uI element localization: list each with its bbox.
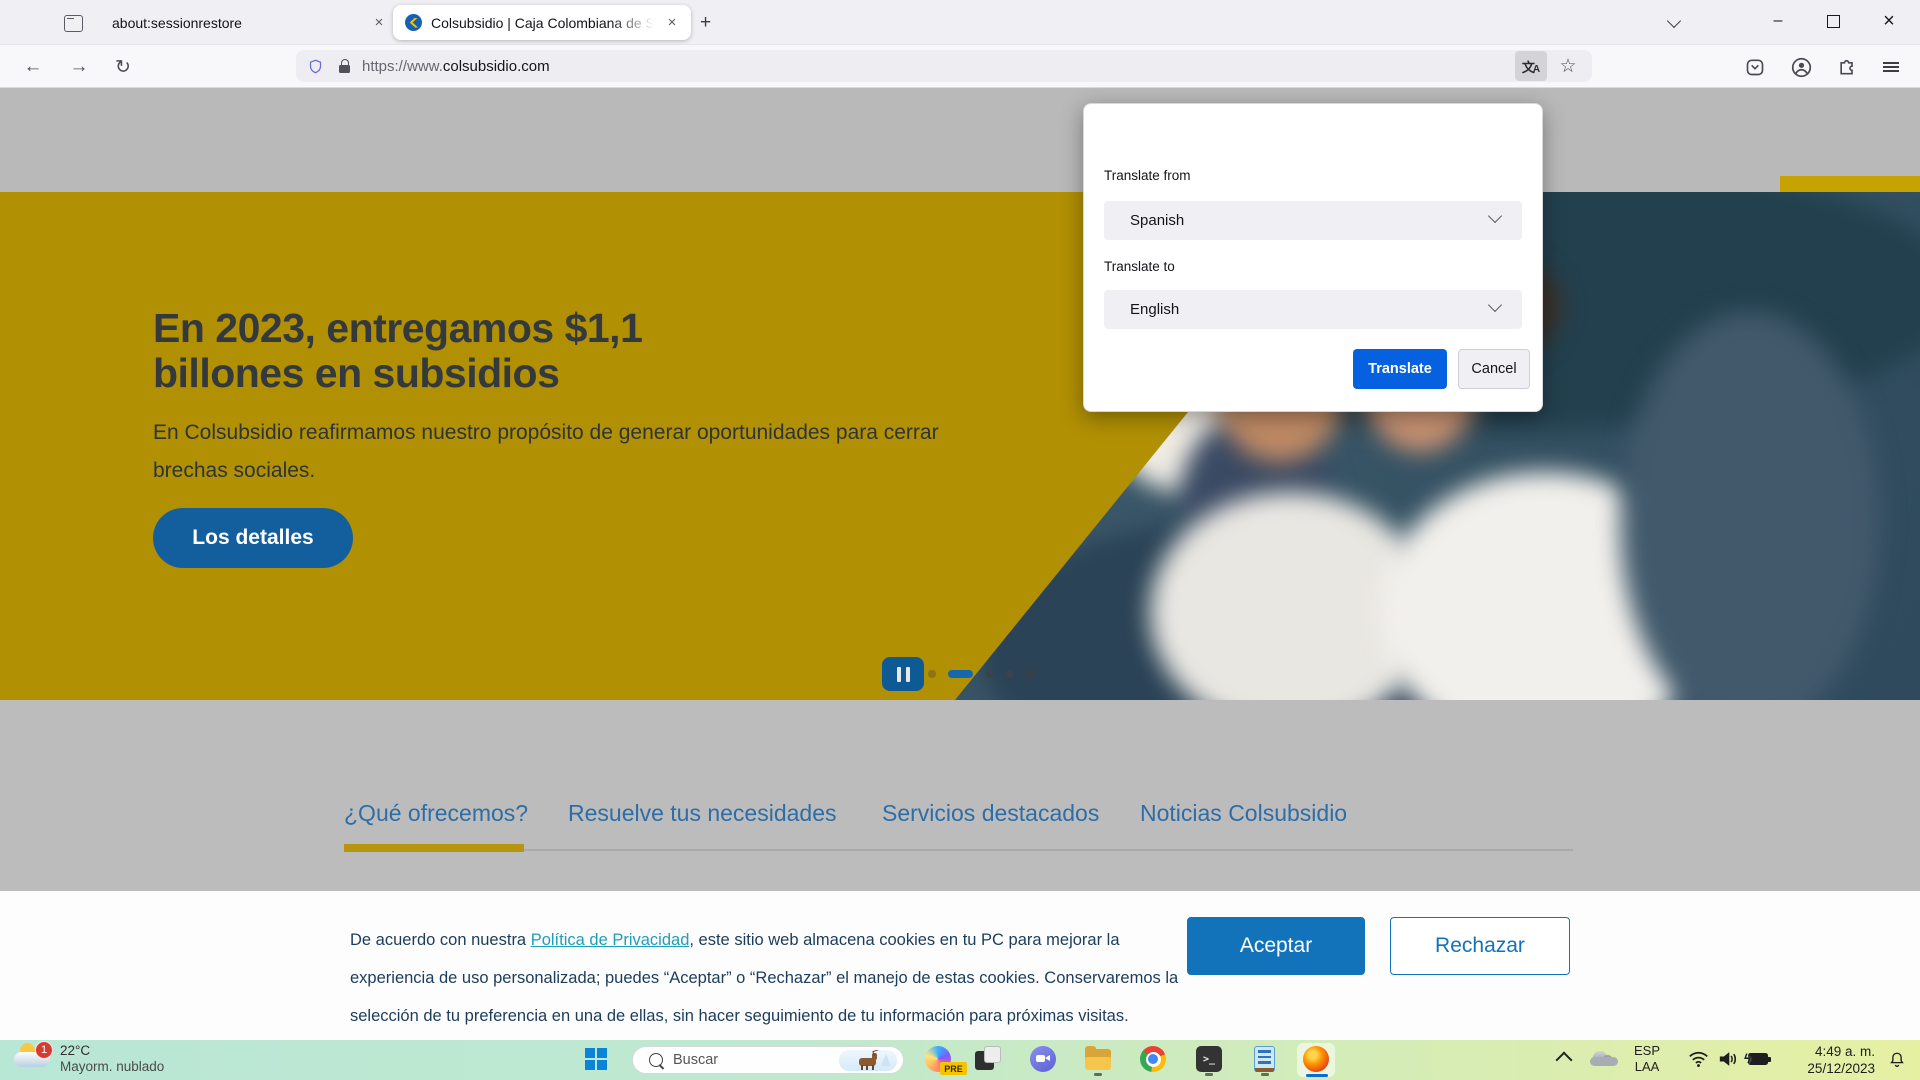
tracking-protection-shield-icon[interactable] bbox=[308, 58, 323, 75]
hero-cta-button[interactable]: Los detalles bbox=[153, 508, 353, 568]
account-icon[interactable] bbox=[1786, 52, 1816, 82]
hero-carousel: En 2023, entregamos $1,1 billones en sub… bbox=[0, 192, 1920, 700]
taskbar-search-box[interactable]: Buscar bbox=[632, 1046, 904, 1074]
notification-badge: 1 bbox=[35, 1041, 53, 1059]
start-button[interactable] bbox=[585, 1048, 607, 1070]
onedrive-cloud-icon[interactable] bbox=[1590, 1051, 1620, 1067]
browser-tab-bar: about:sessionrestore × Colsubsidio | Caj… bbox=[0, 0, 1920, 44]
translate-to-label: Translate to bbox=[1104, 259, 1175, 274]
carousel-dot[interactable] bbox=[1006, 670, 1014, 678]
clock-datetime[interactable]: 4:49 a. m.25/12/2023 bbox=[1775, 1043, 1875, 1077]
chrome-icon[interactable] bbox=[1140, 1046, 1166, 1072]
forward-button[interactable]: → bbox=[64, 52, 94, 82]
translate-from-label: Translate from bbox=[1104, 168, 1191, 183]
tab-close-icon[interactable]: × bbox=[661, 12, 683, 34]
menu-hamburger-icon[interactable] bbox=[1876, 52, 1906, 82]
translate-popup: Translate this page? BETA ⚙ Translate fr… bbox=[1083, 103, 1543, 412]
task-view-icon[interactable] bbox=[975, 1046, 1001, 1072]
tab-title: Colsubsidio | Caja Colombiana de Subsidi… bbox=[431, 15, 661, 31]
volume-icon[interactable] bbox=[1718, 1050, 1739, 1068]
weather-condition: Mayorm. nublado bbox=[60, 1059, 164, 1074]
running-app-indicator bbox=[1261, 1073, 1269, 1076]
firefox-view-icon bbox=[64, 15, 83, 32]
cookie-reject-button[interactable]: Rechazar bbox=[1390, 917, 1570, 975]
running-app-indicator bbox=[1205, 1073, 1213, 1076]
cookie-text: De acuerdo con nuestra Política de Priva… bbox=[350, 921, 1180, 1035]
reindeer-seasonal-icon bbox=[839, 1050, 897, 1071]
tab-noticias-colsubsidio[interactable]: Noticias Colsubsidio bbox=[1140, 800, 1347, 827]
running-app-indicator bbox=[1094, 1073, 1102, 1076]
chevron-down-icon bbox=[1488, 209, 1502, 223]
tab-colsubsidio-active[interactable]: Colsubsidio | Caja Colombiana de Subsidi… bbox=[393, 5, 691, 40]
pocket-icon[interactable] bbox=[1740, 52, 1770, 82]
copilot-pre-badge: PRE bbox=[940, 1062, 967, 1075]
firefox-icon[interactable] bbox=[1303, 1046, 1329, 1072]
new-tab-button[interactable]: + bbox=[692, 9, 719, 36]
window-maximize-button[interactable] bbox=[1810, 0, 1856, 42]
search-icon bbox=[649, 1053, 663, 1067]
search-placeholder: Buscar bbox=[673, 1052, 718, 1068]
carousel-pause-button[interactable] bbox=[882, 657, 924, 691]
cookie-banner: De acuerdo con nuestra Política de Priva… bbox=[0, 891, 1920, 1040]
url-text: https://www.colsubsidio.com bbox=[362, 58, 550, 75]
hero-title: En 2023, entregamos $1,1 billones en sub… bbox=[153, 306, 642, 396]
from-value: Spanish bbox=[1130, 212, 1184, 229]
firefox-view-button[interactable] bbox=[56, 10, 90, 36]
window-close-button[interactable]: × bbox=[1866, 0, 1912, 42]
language-indicator[interactable]: ESPLAA bbox=[1634, 1043, 1660, 1075]
file-explorer-icon[interactable] bbox=[1085, 1046, 1111, 1072]
carousel-dot-active[interactable] bbox=[948, 670, 973, 678]
hero-subtitle: En Colsubsidio reafirmamos nuestro propó… bbox=[153, 414, 939, 490]
tab-servicios-destacados[interactable]: Servicios destacados bbox=[882, 800, 1099, 827]
terminal-icon[interactable]: >_ bbox=[1196, 1046, 1222, 1072]
translate-button[interactable]: Translate bbox=[1353, 349, 1447, 389]
site-header: Colsubsidio Personas Empresas Portal tra… bbox=[0, 88, 1920, 192]
colsubsidio-favicon bbox=[405, 14, 422, 31]
windows-taskbar: 1 22°C Mayorm. nublado Buscar PRE >_ bbox=[0, 1040, 1920, 1080]
lock-icon[interactable] bbox=[339, 59, 350, 73]
maximize-icon bbox=[1827, 15, 1840, 28]
extensions-puzzle-icon[interactable] bbox=[1832, 52, 1862, 82]
to-value: English bbox=[1130, 301, 1179, 318]
chevron-down-icon bbox=[1666, 13, 1680, 27]
carousel-dot[interactable] bbox=[986, 670, 994, 678]
translate-from-select[interactable]: Spanish bbox=[1104, 201, 1522, 240]
tab-title: about:sessionrestore bbox=[112, 15, 368, 31]
battery-icon[interactable]: ϟ bbox=[1748, 1053, 1772, 1066]
cookie-accept-button[interactable]: Aceptar bbox=[1187, 917, 1365, 975]
wifi-icon[interactable] bbox=[1688, 1050, 1709, 1068]
privacy-policy-link[interactable]: Política de Privacidad bbox=[531, 931, 690, 949]
tray-expand-chevron-icon[interactable] bbox=[1556, 1052, 1573, 1069]
weather-temperature: 22°C bbox=[60, 1043, 90, 1058]
tab-active-underline bbox=[344, 844, 524, 852]
back-button[interactable]: ← bbox=[18, 52, 48, 82]
carousel-dot[interactable] bbox=[928, 670, 936, 678]
tab-divider-line bbox=[344, 849, 1573, 851]
bookmark-star-icon[interactable]: ☆ bbox=[1553, 51, 1583, 81]
chevron-down-icon bbox=[1488, 298, 1502, 312]
tab-que-ofrecemos[interactable]: ¿Qué ofrecemos? bbox=[344, 800, 528, 827]
list-all-tabs-button[interactable] bbox=[1660, 9, 1687, 36]
window-minimize-button[interactable]: – bbox=[1755, 0, 1801, 42]
translate-to-select[interactable]: English bbox=[1104, 290, 1522, 329]
cancel-button[interactable]: Cancel bbox=[1458, 349, 1530, 389]
firefox-active-indicator bbox=[1306, 1074, 1328, 1077]
section-tabs-area: ¿Qué ofrecemos? Resuelve tus necesidades… bbox=[0, 700, 1920, 891]
tab-session-restore[interactable]: about:sessionrestore × bbox=[96, 6, 400, 39]
notepad-icon[interactable] bbox=[1252, 1046, 1278, 1072]
taskbar-weather-widget[interactable]: 1 22°C Mayorm. nublado bbox=[8, 1040, 238, 1080]
chat-icon[interactable] bbox=[1030, 1046, 1056, 1072]
translate-page-button[interactable]: 文A bbox=[1515, 51, 1547, 81]
carousel-dot[interactable] bbox=[1026, 670, 1034, 678]
url-bar[interactable]: https://www.colsubsidio.com bbox=[296, 50, 1592, 82]
screen: about:sessionrestore × Colsubsidio | Caj… bbox=[0, 0, 1920, 1080]
tab-resuelve-necesidades[interactable]: Resuelve tus necesidades bbox=[568, 800, 837, 827]
notification-bell-icon[interactable] bbox=[1888, 1050, 1906, 1070]
reload-button[interactable]: ↻ bbox=[108, 52, 138, 82]
tab-close-icon[interactable]: × bbox=[368, 12, 390, 34]
